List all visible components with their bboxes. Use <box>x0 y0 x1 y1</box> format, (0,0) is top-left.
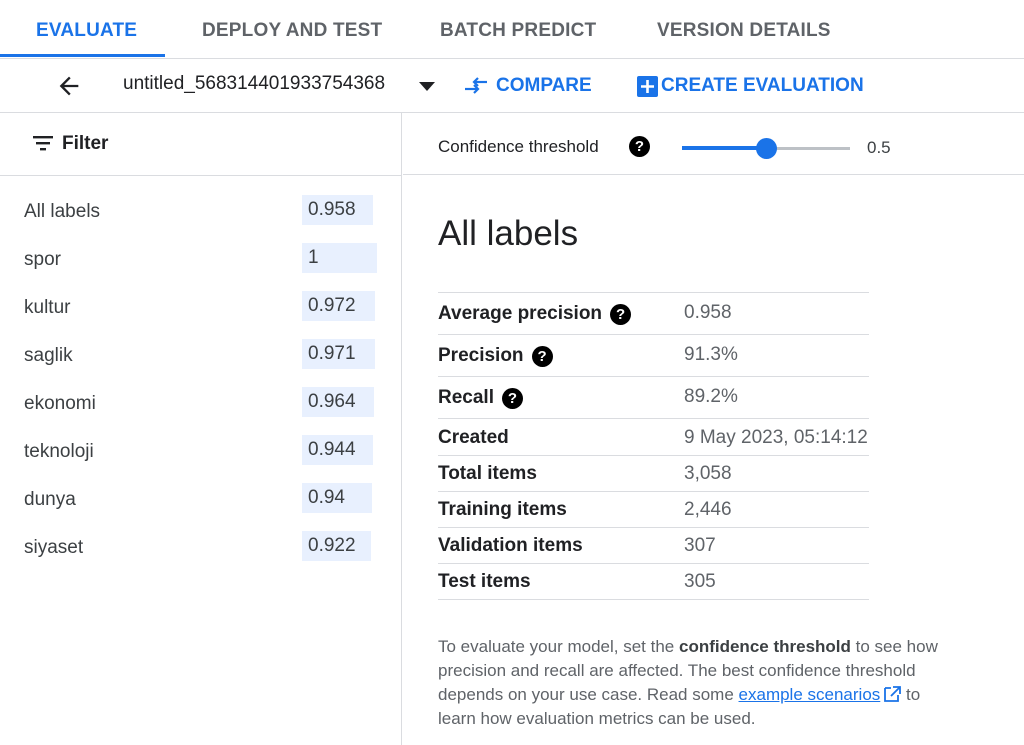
label-score: 0.972 <box>302 291 375 321</box>
help-text-part: To evaluate your model, set the <box>438 637 679 656</box>
metric-name: Total items <box>438 463 537 484</box>
metric-value: 307 <box>684 535 716 556</box>
arrow-left-icon <box>59 76 79 96</box>
tab-evaluate[interactable]: EVALUATE <box>36 0 137 58</box>
back-button[interactable] <box>55 72 83 100</box>
metric-name: Training items <box>438 499 567 520</box>
label-item-kultur[interactable]: kultur 0.972 <box>0 285 401 333</box>
tab-batch-predict[interactable]: BATCH PREDICT <box>440 0 596 58</box>
help-circle-icon[interactable]: ? <box>629 136 650 157</box>
open-in-new-icon <box>884 686 902 702</box>
metric-row-test-items: Test items 305 <box>438 564 869 600</box>
compare-button[interactable]: COMPARE <box>464 71 592 101</box>
label-item-spor[interactable]: spor 1 <box>0 237 401 285</box>
filter-bar: Filter <box>0 113 401 176</box>
label-score: 0.944 <box>302 435 373 465</box>
metric-value: 0.958 <box>684 302 732 323</box>
help-circle-icon[interactable]: ? <box>531 345 553 367</box>
metric-value: 3,058 <box>684 463 732 484</box>
model-dropdown[interactable] <box>418 80 436 98</box>
metric-row-validation-items: Validation items 307 <box>438 528 869 564</box>
metric-label: Average precision <box>438 303 603 324</box>
tab-bar: EVALUATE DEPLOY AND TEST BATCH PREDICT V… <box>0 0 1024 59</box>
help-circle-icon[interactable]: ? <box>610 303 632 325</box>
metric-row-training-items: Training items 2,446 <box>438 492 869 528</box>
metrics-table: Average precision? 0.958 Precision? 91.3… <box>438 292 869 600</box>
help-text-bold: confidence threshold <box>678 637 851 656</box>
label-name: saglik <box>24 345 73 366</box>
caret-down-icon <box>419 82 435 91</box>
label-item-teknoloji[interactable]: teknoloji 0.944 <box>0 429 401 477</box>
metric-row-average-precision: Average precision? 0.958 <box>438 293 869 335</box>
label-item-saglik[interactable]: saglik 0.971 <box>0 333 401 381</box>
label-item-all-labels[interactable]: All labels 0.958 <box>0 189 401 237</box>
label-name: spor <box>24 249 61 270</box>
metric-name: Validation items <box>438 535 583 556</box>
filter-button[interactable]: Filter <box>62 133 108 155</box>
threshold-bar: Confidence threshold ? 0.5 <box>403 113 1024 175</box>
metric-name: Precision? <box>438 345 553 367</box>
toolbar: untitled_568314401933754368 COMPARE CREA… <box>0 59 1024 113</box>
metric-row-created: Created 9 May 2023, 05:14:12 <box>438 419 869 456</box>
slider-thumb[interactable] <box>756 138 777 159</box>
tab-version-details[interactable]: VERSION DETAILS <box>657 0 831 58</box>
label-name: teknoloji <box>24 441 94 462</box>
metric-label: Recall <box>438 387 494 408</box>
help-circle-icon[interactable]: ? <box>501 387 523 409</box>
compare-label: COMPARE <box>496 75 592 96</box>
metric-name: Test items <box>438 571 531 592</box>
metric-name: Average precision? <box>438 303 632 325</box>
slider-fill <box>682 146 766 150</box>
model-selector-value[interactable]: untitled_568314401933754368 <box>123 73 385 95</box>
add-box-icon <box>637 75 658 97</box>
create-evaluation-button[interactable]: CREATE EVALUATION <box>637 71 864 101</box>
label-name: ekonomi <box>24 393 96 414</box>
label-item-siyaset[interactable]: siyaset 0.922 <box>0 525 401 573</box>
label-score: 0.971 <box>302 339 375 369</box>
label-item-dunya[interactable]: dunya 0.94 <box>0 477 401 525</box>
metric-value: 9 May 2023, 05:14:12 <box>684 427 868 448</box>
metric-name: Created <box>438 427 509 448</box>
label-score: 0.94 <box>302 483 372 513</box>
label-score: 0.964 <box>302 387 374 417</box>
example-scenarios-link[interactable]: example scenarios <box>739 685 902 704</box>
link-label: example scenarios <box>738 685 881 704</box>
filter-list-icon[interactable] <box>33 134 53 152</box>
help-text: To evaluate your model, set the confiden… <box>438 635 938 731</box>
label-score: 0.958 <box>302 195 373 225</box>
label-item-ekonomi[interactable]: ekonomi 0.964 <box>0 381 401 429</box>
metric-value: 89.2% <box>684 386 738 407</box>
compare-arrows-icon <box>465 77 487 94</box>
label-score: 1 <box>302 243 377 273</box>
create-evaluation-label: CREATE EVALUATION <box>661 75 864 96</box>
metric-label: Precision <box>438 345 524 366</box>
threshold-value: 0.5 <box>867 138 891 157</box>
label-name: dunya <box>24 489 76 510</box>
label-name: kultur <box>24 297 71 318</box>
metric-value: 305 <box>684 571 716 592</box>
label-name: siyaset <box>24 537 84 558</box>
metric-row-recall: Recall? 89.2% <box>438 377 869 419</box>
label-list-panel: Filter All labels 0.958 spor 1 kultur 0.… <box>0 113 402 745</box>
metric-value: 2,446 <box>684 499 732 520</box>
label-name: All labels <box>24 201 101 222</box>
active-tab-indicator <box>0 54 165 57</box>
tab-deploy-and-test[interactable]: DEPLOY AND TEST <box>202 0 382 58</box>
threshold-label: Confidence threshold <box>438 137 599 156</box>
confidence-threshold-slider[interactable] <box>682 137 852 161</box>
metric-row-precision: Precision? 91.3% <box>438 335 869 377</box>
metric-row-total-items: Total items 3,058 <box>438 456 869 492</box>
label-score: 0.922 <box>302 531 371 561</box>
section-title: All labels <box>438 214 579 253</box>
metric-name: Recall? <box>438 387 523 409</box>
metric-value: 91.3% <box>684 344 738 365</box>
